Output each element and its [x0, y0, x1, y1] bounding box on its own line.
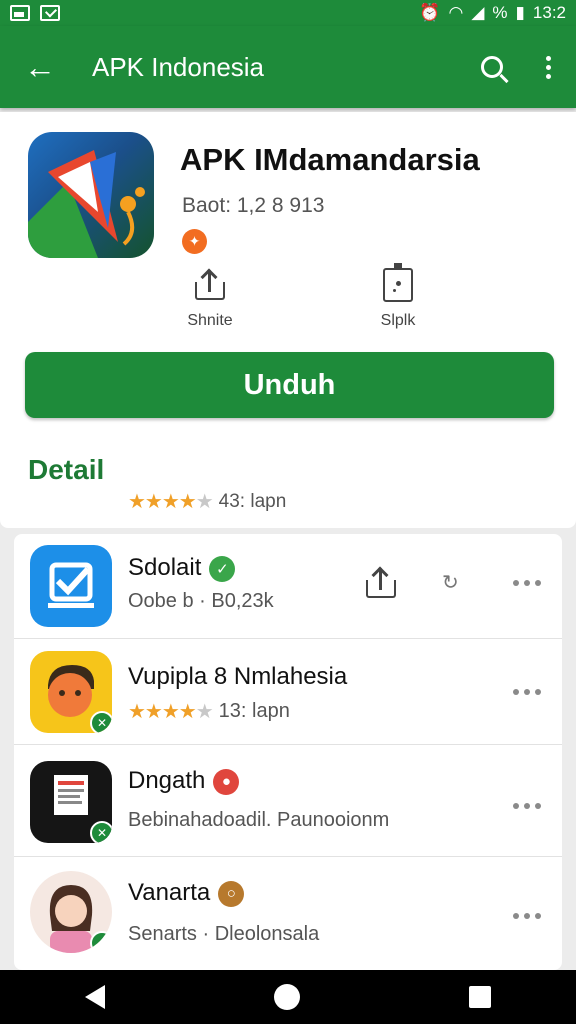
share-action[interactable]: Shnite	[160, 268, 260, 330]
app-logo-icon	[28, 132, 154, 258]
list-item[interactable]: ✓ Vanarta ○ Senarts · Dleolonsala	[14, 857, 562, 970]
share-button[interactable]	[364, 566, 398, 600]
face-app-icon: ✕	[30, 651, 112, 733]
search-button[interactable]	[464, 39, 520, 95]
search-icon	[481, 56, 503, 78]
more-options-button[interactable]	[510, 677, 544, 707]
app-meta: Baot: 1,2 8 913	[182, 194, 325, 217]
nav-back-icon[interactable]	[84, 985, 105, 1009]
wifi-icon: ◠	[448, 3, 464, 22]
status-time: 13:2	[532, 3, 566, 22]
coin-badge-icon: ○	[218, 880, 245, 907]
item-rating: ★★★★★ 13: lapn	[128, 699, 290, 724]
document-app-icon: ✕	[30, 761, 112, 843]
more-options-button[interactable]	[510, 901, 544, 931]
system-nav-bar	[0, 970, 576, 1024]
item-title: Vanarta ○	[128, 879, 245, 907]
arrow-left-icon: ←	[24, 48, 56, 85]
refresh-icon[interactable]: ↻	[442, 570, 459, 595]
nav-recents-icon[interactable]	[469, 986, 492, 1008]
rating-stars: ★★★★★	[128, 491, 214, 513]
rating-stars: ★★★★★	[128, 701, 214, 723]
avatar-app-icon: ✓	[30, 871, 112, 953]
back-button[interactable]: ←	[0, 26, 80, 108]
detail-rating: ★★★★★ 43: lapn	[128, 489, 286, 514]
overflow-menu-button[interactable]	[520, 39, 576, 95]
more-options-button[interactable]	[510, 791, 544, 821]
item-title: Dngath ●	[128, 767, 240, 795]
related-apps-list: Sdolait ✓ Oobe b · B0,23k ↻ ✕ Vupipla 8 N…	[14, 534, 562, 970]
share-label: Shnite	[187, 312, 233, 329]
share-icon	[193, 268, 227, 302]
checkbox-app-icon	[30, 545, 112, 627]
detail-heading: Detail	[28, 454, 105, 485]
app-name: APK IMdamandarsia	[180, 142, 480, 177]
list-item[interactable]: Sdolait ✓ Oobe b · B0,23k ↻	[14, 534, 562, 639]
tool-badge-icon: ✕	[90, 821, 112, 843]
item-title: Sdolait ✓	[128, 554, 236, 582]
list-item[interactable]: ✕ Dngath ● Bebinahadoadil. Paunooionm	[14, 745, 562, 857]
item-subtitle: Oobe b · B0,23k	[128, 590, 274, 612]
app-bar-title: APK Indonesia	[92, 51, 265, 82]
app-header-card: APK IMdamandarsia Baot: 1,2 8 913 ✦ Shni…	[0, 112, 576, 528]
share-icon	[364, 566, 398, 600]
item-subtitle: Senarts · Dleolonsala	[128, 923, 320, 945]
rating-text: 13: lapn	[218, 700, 290, 722]
status-bar: ⏰ ◠ ◢ % ▮ 13:2	[0, 0, 576, 26]
battery-icon: ▮	[515, 3, 525, 22]
record-badge-icon: ●	[213, 768, 240, 795]
flame-icon: ✦	[182, 229, 207, 254]
verified-badge-icon: ✓	[90, 931, 112, 953]
battery-percent: %	[492, 3, 508, 22]
more-options-button[interactable]	[510, 568, 544, 598]
save-label: Slplk	[380, 312, 416, 329]
list-item[interactable]: ✕ Vupipla 8 Nmlahesia ★★★★★ 13: lapn	[14, 639, 562, 745]
alarm-icon: ⏰	[419, 3, 441, 22]
signal-icon: ◢	[471, 3, 485, 22]
nav-home-icon[interactable]	[273, 984, 300, 1010]
check-notification-icon	[40, 5, 60, 21]
download-button[interactable]: Unduh	[25, 352, 554, 418]
save-action[interactable]: Slplk	[348, 263, 448, 330]
rating-text: 43: lapn	[218, 490, 287, 512]
item-title: Vupipla 8 Nmlahesia	[128, 663, 348, 690]
tool-badge-icon: ✕	[90, 711, 112, 733]
save-icon	[383, 263, 413, 302]
more-vert-icon	[545, 55, 551, 79]
verified-icon: ✓	[209, 555, 236, 582]
item-subtitle: Bebinahadoadil. Paunooionm	[128, 809, 390, 831]
image-notification-icon	[10, 5, 30, 21]
app-bar: ← APK Indonesia	[0, 26, 576, 108]
